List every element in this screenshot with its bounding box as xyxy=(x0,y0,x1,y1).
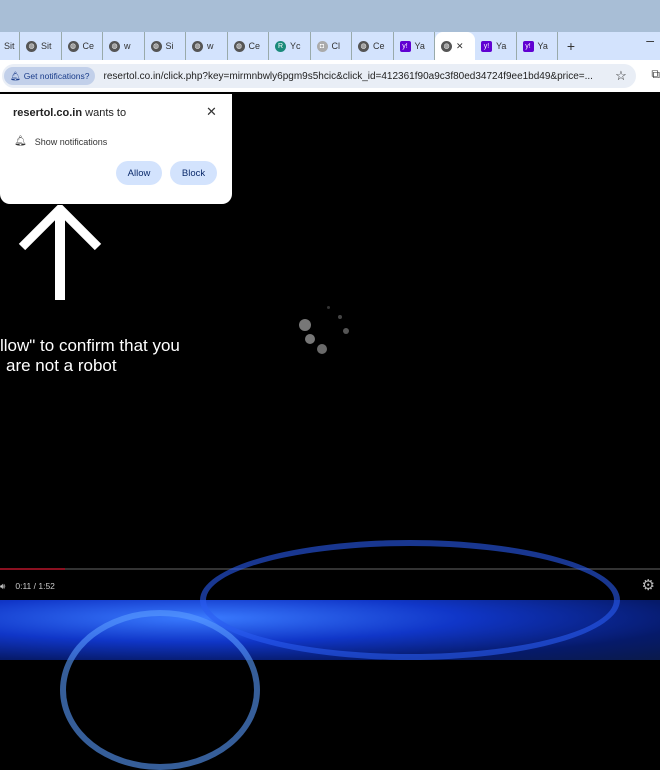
extensions-icon[interactable]: ⧉ xyxy=(651,67,660,82)
tab-label: Sit xyxy=(4,41,15,51)
tab-strip: Sit ◍ Sit ◍ Ce ◍ w ◍ Si ◍ w ◍ Ce R Yc ◘ Cl ◍ Ce y! Ya ◍ ✕ y! Ya y… xyxy=(0,32,660,60)
video-time: 0:11 / 1:52 xyxy=(15,581,55,591)
robot-message: llow" to confirm that you are not a robo… xyxy=(0,336,180,375)
browser-tab[interactable]: ◍ Ce xyxy=(352,32,394,60)
desktop-wallpaper xyxy=(0,540,660,770)
tab-label: Ce xyxy=(82,41,95,51)
video-progress-fill xyxy=(0,568,65,570)
tab-label: Ya xyxy=(496,41,507,51)
up-arrow-icon xyxy=(18,205,102,300)
tab-label: Ce xyxy=(248,41,261,51)
notification-chip[interactable]: 🔔︎ Get notifications? xyxy=(4,67,96,85)
volume-icon[interactable]: 🔊︎ xyxy=(0,581,5,592)
browser-tab[interactable]: ◍ Ce xyxy=(228,32,269,60)
tab-label: Ya xyxy=(537,41,548,51)
browser-tab[interactable]: Sit xyxy=(0,32,20,60)
window-title-bar xyxy=(0,0,660,32)
browser-tab[interactable]: y! Ya xyxy=(517,32,558,60)
tab-label: w xyxy=(207,41,214,51)
browser-tab[interactable]: R Yc xyxy=(269,32,311,60)
globe-icon: ◍ xyxy=(358,40,369,52)
close-icon[interactable]: ✕ xyxy=(206,104,217,120)
browser-tab[interactable]: ◍ Sit xyxy=(20,32,62,60)
tab-label: Si xyxy=(165,41,174,51)
browser-tab[interactable]: ◘ Cl xyxy=(311,32,352,60)
bell-icon: 🔔︎ xyxy=(10,70,21,81)
tab-label: w xyxy=(124,41,131,51)
allow-button[interactable]: Allow xyxy=(116,161,162,185)
yahoo-icon: y! xyxy=(481,40,492,52)
teal-badge-icon: R xyxy=(275,40,286,52)
globe-icon: ◍ xyxy=(67,40,79,52)
globe-icon: ◍ xyxy=(233,40,245,52)
tab-label: Yc xyxy=(290,41,301,51)
browser-tab[interactable]: ◍ Ce xyxy=(62,32,103,60)
bookmark-star-icon[interactable]: ☆ xyxy=(606,68,636,84)
browser-tab[interactable]: ◍ w xyxy=(103,32,145,60)
tab-label: Ya xyxy=(414,41,425,51)
globe-icon: ◍ xyxy=(150,40,162,52)
browser-tab[interactable]: y! Ya xyxy=(394,32,435,60)
close-tab-icon[interactable]: ✕ xyxy=(456,41,464,52)
browser-tab[interactable]: ◍ Si xyxy=(145,32,186,60)
minimize-button[interactable]: – xyxy=(646,32,654,48)
tab-label: Cl xyxy=(331,41,341,51)
toolbar: 🔔︎ Get notifications? resertol.co.in/clic… xyxy=(0,60,660,92)
globe-icon: ◍ xyxy=(109,40,120,52)
yahoo-icon: y! xyxy=(522,40,534,52)
yahoo-icon: y! xyxy=(399,40,411,52)
notification-permission-popup: resertol.co.in wants to ✕ 🔔︎ Show notific… xyxy=(0,94,232,204)
robot-icon: ◘ xyxy=(316,40,328,52)
tab-label: Sit xyxy=(41,41,52,51)
new-tab-button[interactable]: + xyxy=(558,38,584,54)
popup-title: resertol.co.in wants to xyxy=(13,107,127,119)
bell-icon: 🔔︎ xyxy=(14,136,27,147)
tab-label: Ce xyxy=(373,41,385,51)
globe-icon: ◍ xyxy=(26,40,37,52)
url-text[interactable]: resertol.co.in/click.php?key=mirmnbwly6p… xyxy=(103,71,606,82)
browser-tab[interactable]: ◍ ✕ xyxy=(435,32,475,60)
permission-row: 🔔︎ Show notifications xyxy=(14,136,108,147)
globe-icon: ◍ xyxy=(441,40,452,52)
browser-tab[interactable]: ◍ w xyxy=(186,32,228,60)
settings-gear-icon[interactable]: ⚙ xyxy=(642,576,655,594)
block-button[interactable]: Block xyxy=(170,161,217,185)
browser-tab[interactable]: y! Ya xyxy=(475,32,517,60)
globe-icon: ◍ xyxy=(192,40,203,52)
address-bar[interactable]: 🔔︎ Get notifications? resertol.co.in/clic… xyxy=(2,64,636,88)
